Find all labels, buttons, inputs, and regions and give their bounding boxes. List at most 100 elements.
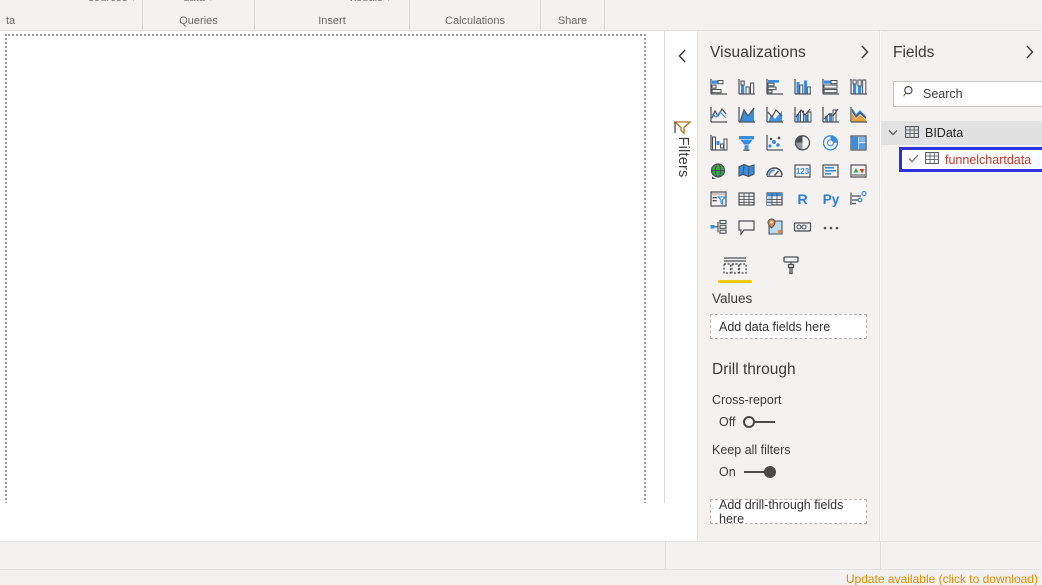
fields-tree-item-bidata[interactable]: BIData: [881, 121, 1042, 145]
ribbon-cmd-transform-data[interactable]: data ▾: [183, 0, 214, 4]
arcgis-maps-icon[interactable]: [760, 215, 788, 239]
ribbon-group-label-calculations: Calculations: [445, 15, 505, 30]
values-section-label: Values: [698, 283, 879, 310]
visualizations-title: Visualizations: [710, 44, 858, 62]
drill-through-field-well[interactable]: Add drill-through fields here: [710, 499, 867, 524]
line-chart-icon[interactable]: [704, 103, 732, 127]
stacked-area-chart-icon[interactable]: [760, 103, 788, 127]
fields-tree-item-funnelchartdata[interactable]: funnelchartdata: [899, 147, 1042, 172]
values-field-well[interactable]: Add data fields here: [710, 314, 867, 339]
matrix-icon[interactable]: [760, 187, 788, 211]
page-tab-bar: [0, 541, 1042, 569]
ribbon-cmd-sources[interactable]: sources ▾: [88, 0, 136, 4]
ribbon-group-filler: [605, 0, 1042, 30]
slicer-icon[interactable]: [704, 187, 732, 211]
format-tab[interactable]: [772, 249, 810, 283]
hundred-percent-stacked-bar-chart-icon[interactable]: [817, 75, 845, 99]
toggle-knob: [743, 416, 755, 428]
more-visuals-ellipsis-icon[interactable]: [817, 215, 845, 239]
report-page-surface[interactable]: [5, 34, 646, 532]
key-influencers-icon[interactable]: [845, 187, 873, 211]
hundred-percent-stacked-column-chart-icon[interactable]: [845, 75, 873, 99]
fields-tree-item-label: BIData: [925, 126, 963, 140]
scatter-chart-icon[interactable]: [760, 131, 788, 155]
table-icon: [905, 126, 919, 141]
paginated-report-icon[interactable]: [788, 215, 816, 239]
keep-all-filters-toggle[interactable]: [744, 466, 776, 478]
ribbon-group-label-insert: Insert: [318, 15, 346, 30]
ribbon-cmd-text-box[interactable]: Box: [315, 0, 334, 4]
filters-pane-collapsed[interactable]: Filters: [666, 31, 698, 541]
svg-text:R: R: [798, 191, 808, 207]
ribbon-group-insert[interactable]: visual Box visuals ▾ Insert: [255, 0, 410, 30]
visualization-type-gallery[interactable]: 123 R Py: [698, 75, 879, 239]
filters-pane-label: Filters: [675, 127, 691, 187]
multi-row-card-icon[interactable]: [817, 159, 845, 183]
checkmark-icon[interactable]: [908, 154, 919, 166]
pie-chart-icon[interactable]: [788, 131, 816, 155]
clustered-bar-chart-icon[interactable]: [760, 75, 788, 99]
chevron-down-icon[interactable]: [887, 128, 899, 138]
toggle-knob: [764, 466, 776, 478]
chevron-right-icon[interactable]: [858, 45, 871, 62]
fields-tree[interactable]: BIData funnelchartd: [881, 121, 1042, 172]
table-icon: [925, 152, 939, 167]
chevron-left-icon[interactable]: [671, 45, 693, 67]
filled-map-icon[interactable]: [732, 159, 760, 183]
line-and-stacked-column-chart-icon[interactable]: [788, 103, 816, 127]
report-canvas-area[interactable]: [0, 31, 665, 541]
drill-through-title: Drill through: [698, 339, 879, 379]
qna-visual-icon[interactable]: [732, 215, 760, 239]
treemap-chart-icon[interactable]: [845, 131, 873, 155]
ribbon-cmd-data[interactable]: data: [53, 0, 75, 4]
keep-all-filters-state-text: On: [719, 465, 736, 479]
table-icon[interactable]: [732, 187, 760, 211]
status-bar: Update available (click to download): [0, 569, 1042, 585]
format-tab-underline: [774, 280, 808, 283]
cross-report-toggle[interactable]: [743, 416, 775, 428]
paint-roller-icon: [779, 249, 803, 275]
ribbon-cmd-quick-measure[interactable]: measure: [482, 0, 526, 3]
visualizations-pane: Visualizations: [698, 31, 880, 541]
visualizations-pane-tabs[interactable]: [698, 239, 879, 283]
gauge-icon[interactable]: [760, 159, 788, 183]
card-icon[interactable]: 123: [788, 159, 816, 183]
funnel-chart-icon[interactable]: [732, 131, 760, 155]
stacked-bar-chart-icon[interactable]: [704, 75, 732, 99]
ribbon-group-share[interactable]: Share: [541, 0, 605, 30]
ribbon-chart-icon[interactable]: [845, 103, 873, 127]
ribbon-cmd-new-visual[interactable]: visual: [272, 0, 301, 4]
fields-well-icon: [722, 249, 748, 275]
ribbon-cmd-server[interactable]: Server: [6, 0, 39, 4]
chevron-right-icon[interactable]: [1025, 45, 1034, 62]
fields-tree-item-label: funnelchartdata: [945, 153, 1031, 167]
python-visual-icon[interactable]: Py: [817, 187, 845, 211]
fields-title: Fields: [893, 44, 1025, 62]
ribbon-group-data-commands: Server data sources ▾: [6, 0, 137, 4]
ribbon-cmd-more-visuals[interactable]: visuals ▾: [348, 0, 391, 4]
ribbon-group-queries-commands: data ▾: [183, 0, 214, 4]
ribbon-group-queries[interactable]: data ▾ Queries: [143, 0, 255, 30]
ribbon-group-data[interactable]: Server data sources ▾ ta: [0, 0, 143, 30]
search-input[interactable]: Search: [893, 81, 1042, 107]
area-chart-icon[interactable]: [732, 103, 760, 127]
search-icon: [903, 85, 916, 103]
ribbon-group-calculations[interactable]: measure measure Calculations: [410, 0, 541, 30]
update-available-link[interactable]: Update available (click to download): [846, 572, 1038, 585]
fields-header: Fields: [881, 31, 1042, 75]
kpi-icon[interactable]: [845, 159, 873, 183]
decomposition-tree-icon[interactable]: [704, 215, 732, 239]
keep-all-filters-toggle-row[interactable]: On: [698, 457, 879, 479]
fields-tab[interactable]: [716, 249, 754, 283]
r-script-visual-icon[interactable]: R: [788, 187, 816, 211]
line-and-clustered-column-chart-icon[interactable]: [817, 103, 845, 127]
waterfall-chart-icon[interactable]: [704, 131, 732, 155]
ribbon-groups: Server data sources ▾ ta data ▾ Queries …: [0, 0, 1042, 30]
clustered-column-chart-icon[interactable]: [788, 75, 816, 99]
ribbon-cmd-new-measure[interactable]: measure: [425, 0, 469, 3]
visualizations-header: Visualizations: [698, 31, 879, 75]
donut-chart-icon[interactable]: [817, 131, 845, 155]
cross-report-toggle-row[interactable]: Off: [698, 407, 879, 429]
map-icon[interactable]: [704, 159, 732, 183]
stacked-column-chart-icon[interactable]: [732, 75, 760, 99]
